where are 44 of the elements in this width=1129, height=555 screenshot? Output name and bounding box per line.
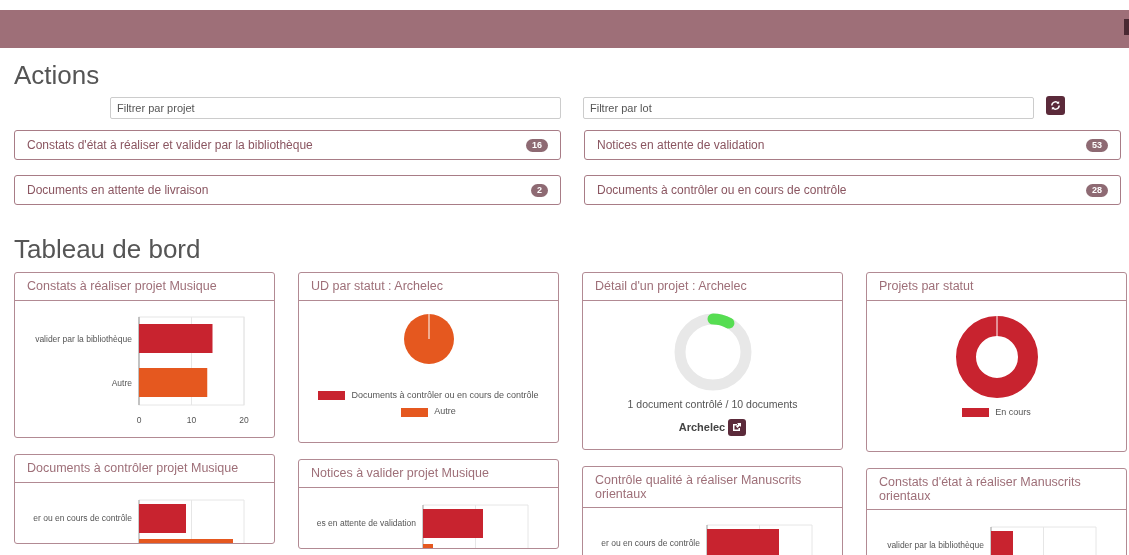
tick-label: 10: [186, 414, 197, 425]
count-badge: 2: [531, 183, 548, 197]
count-badge: 28: [1086, 183, 1108, 197]
count-badge: 16: [526, 138, 548, 152]
project-name: Archelec: [678, 419, 726, 435]
bar: [139, 367, 208, 397]
external-link-icon: [732, 422, 743, 432]
section-title: Tableau de bord: [14, 236, 202, 262]
widget-title: Contrôle qualité à réaliser Manuscrits orientaux: [583, 466, 842, 509]
progress-caption: 1 document contrôlé / 10 documents: [626, 396, 799, 412]
widget-title: Notices à valider projet Musique: [299, 459, 558, 488]
axis-label: er ou en cours de contrôle: [601, 538, 700, 549]
widget-title: Constats d'état à réaliser Manuscrits orientaux: [867, 468, 1126, 511]
widget-title: UD par statut : Archelec: [299, 273, 558, 301]
action-label: Constats d'état à réaliser et valider par la bibliothèque: [27, 137, 313, 154]
refresh-icon: [1050, 99, 1061, 111]
action-item[interactable]: Documents en attente de livraison 2: [14, 175, 561, 205]
action-label: Documents en attente de livraison: [27, 182, 209, 199]
refresh-button[interactable]: [1046, 95, 1065, 115]
legend-label: Documents à contrôler ou en cours de contrôle: [351, 388, 539, 402]
open-project-button[interactable]: [728, 418, 747, 436]
action-label: Notices en attente de validation: [597, 137, 765, 154]
filter-field[interactable]: Filtrer par projet: [110, 97, 561, 119]
legend-label: En cours: [995, 405, 1031, 419]
count-badge: 53: [1086, 138, 1108, 152]
tick-label: 20: [239, 414, 249, 425]
legend-label: Autre: [434, 405, 456, 419]
widget-title: Constats à réaliser projet Musique: [15, 273, 274, 301]
axis-label: Autre: [111, 377, 132, 388]
widget-title: Documents à contrôler projet Musique: [15, 454, 274, 483]
filter-field[interactable]: Filtrer par lot: [583, 97, 1034, 119]
action-item[interactable]: Constats d'état à réaliser et valider par la bibliothèque 16: [14, 130, 561, 160]
axis-label: valider par la bibliothèque: [35, 333, 132, 344]
action-label: Documents à contrôler ou en cours de contrôle: [597, 182, 847, 199]
pie-chart-drawing: [403, 313, 454, 364]
axis-label: er ou en cours de contrôle: [33, 512, 132, 523]
action-item[interactable]: Documents à contrôler ou en cours de contrôle 28: [584, 175, 1121, 205]
tick-label: 0: [136, 414, 142, 425]
widget-title: Projets par statut: [867, 273, 1126, 301]
axis-label: valider par la bibliothèque: [887, 540, 984, 551]
action-item[interactable]: Notices en attente de validation 53: [584, 130, 1121, 160]
widget-title: Détail d'un projet : Archelec: [583, 273, 842, 301]
axis-label: es en attente de validation: [316, 517, 416, 528]
section-title: Actions: [14, 62, 101, 88]
